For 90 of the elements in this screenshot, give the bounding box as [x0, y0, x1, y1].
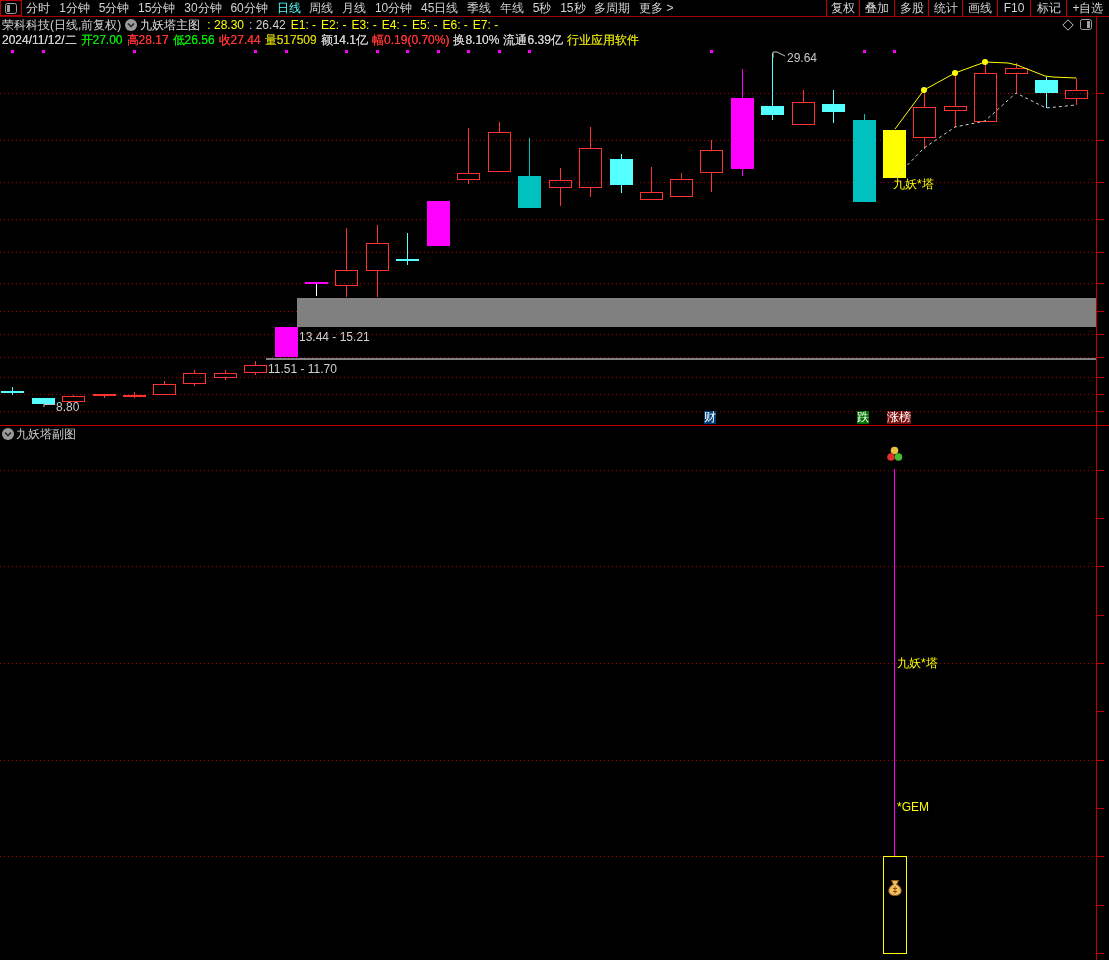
stock-title: 荣科科技(日线,前复权) [2, 18, 122, 31]
candlestick [1005, 62, 1028, 94]
leader-line [43, 400, 56, 408]
candlestick [427, 201, 450, 246]
indicator-value: E5: - [412, 18, 438, 31]
candlestick [457, 127, 480, 185]
quote-field: 高28.17 [126, 33, 169, 46]
marker-icon [285, 50, 288, 53]
candlestick [518, 137, 541, 209]
candlestick [640, 166, 663, 200]
candlestick [153, 380, 176, 395]
indicator-value: E1: - [290, 18, 317, 31]
marker-icon [498, 50, 501, 53]
dot-icon [921, 87, 927, 93]
indicator-value: : 28.30 [207, 18, 245, 31]
quote-field: 2024/11/12/二 [2, 33, 77, 46]
candlestick [123, 391, 146, 399]
balls-icon [887, 446, 903, 461]
candlestick [1, 386, 24, 396]
marker-icon [710, 50, 713, 53]
indicator-value: E3: - [351, 18, 377, 31]
candlestick [305, 282, 328, 297]
range-label: 11.51 - 11.70 [268, 362, 337, 376]
chevron-down-icon[interactable] [2, 427, 14, 440]
quote-field: 开27.00 [80, 33, 123, 46]
gem-label: *GEM [897, 800, 929, 814]
marker-icon [11, 50, 14, 53]
candlestick [670, 172, 693, 197]
candlestick [1065, 77, 1088, 106]
dot-icon [982, 59, 988, 65]
marker-icon [376, 50, 379, 53]
marker-icon [133, 50, 136, 53]
chart-title: 九妖塔副图 [16, 427, 76, 440]
candlestick [549, 167, 572, 207]
marker-icon [254, 50, 257, 53]
indicator-value: E6: - [442, 18, 468, 31]
chevron-down-icon[interactable] [125, 18, 138, 31]
leader-line [772, 51, 786, 59]
candlestick [183, 369, 206, 387]
candlestick [32, 398, 55, 404]
candlestick [488, 121, 511, 172]
candlestick [792, 89, 815, 125]
candlestick [396, 232, 419, 266]
candlestick [244, 360, 267, 376]
range-label: 13.44 - 15.21 [299, 330, 370, 344]
event-tag[interactable]: 财 [704, 411, 716, 424]
candlestick [62, 394, 85, 403]
quote-field: 换8.10% [453, 33, 500, 46]
marker-icon [345, 50, 348, 53]
quote-field: 幅0.19(0.70%) [372, 33, 450, 46]
quote-field: 行业应用软件 [566, 33, 639, 46]
indicator-value: E2: - [321, 18, 347, 31]
price-label: 29.64 [787, 51, 818, 65]
signal-label: 九妖*塔 [897, 656, 938, 670]
panel-toggle-icon[interactable] [1080, 19, 1092, 30]
diamond-icon[interactable] [1062, 18, 1074, 31]
candlestick [214, 369, 237, 381]
signal-label: 九妖*塔 [893, 177, 934, 191]
marker-icon [406, 50, 409, 53]
marker-icon [467, 50, 470, 53]
candlestick [579, 126, 602, 198]
candlestick [883, 130, 906, 178]
quote-field: 量517509 [264, 33, 317, 46]
marker-icon [42, 50, 45, 53]
price-label: 8.80 [56, 400, 80, 414]
indicator-name: 九妖塔主图 [140, 18, 201, 31]
indicator-value: : 26.42 [249, 18, 286, 31]
sidebar-toggle-button[interactable] [0, 0, 22, 16]
candlestick [335, 227, 358, 298]
marker-icon [863, 50, 866, 53]
quote-field: 低26.56 [172, 33, 215, 46]
quote-field: 额14.1亿 [320, 33, 369, 46]
dot-icon [952, 70, 958, 76]
panel-toggle-icon [5, 2, 17, 14]
marker-icon [528, 50, 531, 53]
candlestick [700, 139, 723, 193]
marker-icon [893, 50, 896, 53]
event-tag[interactable]: 跌 [857, 411, 869, 424]
quote-field: 流通6.39亿 [503, 33, 563, 46]
candlestick [822, 89, 845, 124]
quote-field: 收27.44 [218, 33, 261, 46]
money-bag-icon [888, 880, 902, 896]
candlestick [1035, 76, 1058, 109]
candlestick [610, 153, 633, 194]
indicator-value: E7: - [472, 18, 499, 31]
candlestick [93, 393, 116, 399]
indicator-value: E4: - [381, 18, 408, 31]
marker-icon [437, 50, 440, 53]
candlestick [275, 327, 298, 357]
event-tag[interactable]: 涨榜 [887, 411, 911, 424]
